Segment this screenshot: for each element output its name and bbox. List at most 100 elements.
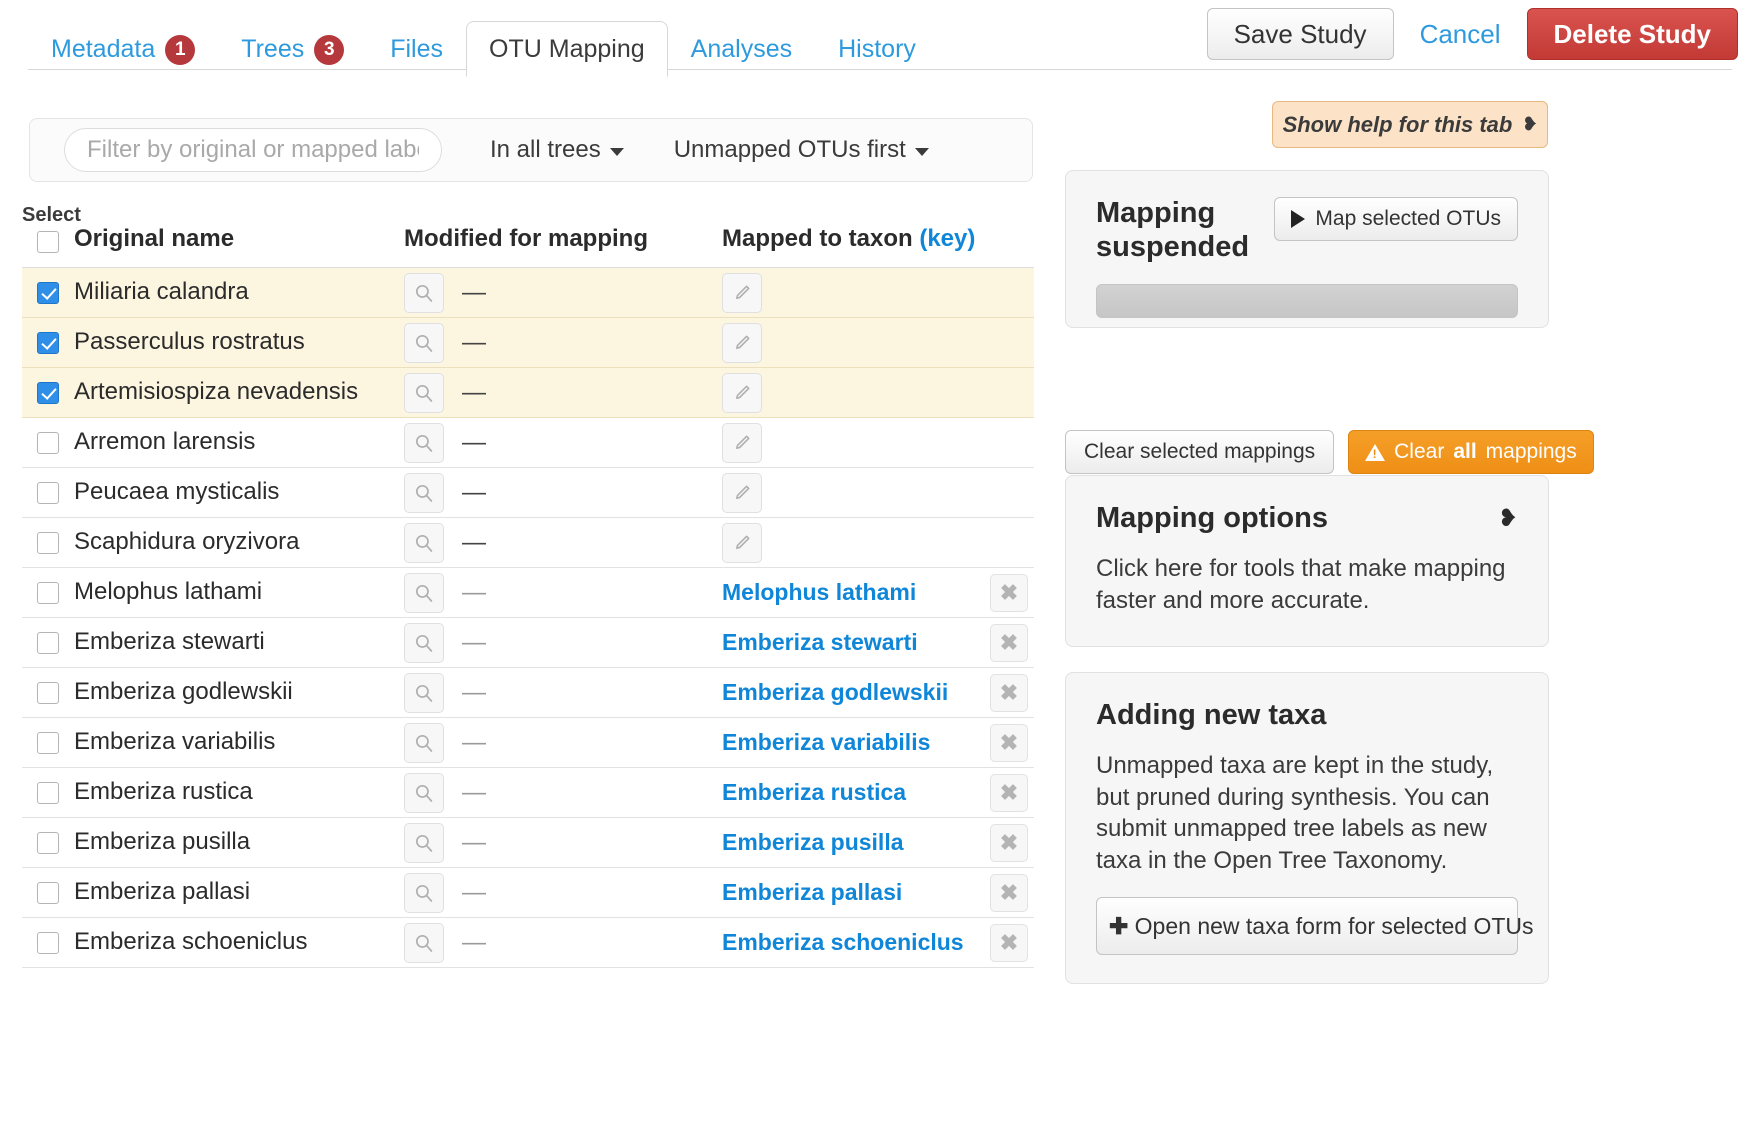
header-actions: Save Study Cancel Delete Study bbox=[1206, 8, 1738, 60]
remove-mapping-icon[interactable]: ✖ bbox=[990, 923, 1028, 962]
mapped-taxon-link[interactable]: Emberiza godlewskii bbox=[722, 679, 970, 706]
row-select-cell bbox=[22, 367, 74, 418]
remove-mapping-icon[interactable]: ✖ bbox=[990, 723, 1028, 762]
original-name-cell: Arremon larensis bbox=[74, 417, 404, 468]
clear-all-suffix: mappings bbox=[1485, 440, 1577, 463]
mapping-options-panel[interactable]: Mapping options ❥ Click here for tools t… bbox=[1065, 475, 1549, 648]
row-select-checkbox[interactable] bbox=[37, 381, 59, 404]
modified-for-mapping-cell: — bbox=[404, 767, 722, 818]
search-icon[interactable] bbox=[404, 522, 444, 563]
map-selected-otus-button[interactable]: Map selected OTUs bbox=[1274, 197, 1518, 241]
modified-value: — bbox=[462, 278, 486, 306]
modified-for-mapping-cell: — bbox=[404, 517, 722, 568]
row-select-cell bbox=[22, 867, 74, 918]
search-icon[interactable] bbox=[404, 422, 444, 463]
modified-value: — bbox=[462, 728, 486, 756]
table-row: Artemisiospiza nevadensis — bbox=[22, 367, 1034, 418]
search-icon[interactable] bbox=[404, 322, 444, 363]
chevron-down-icon[interactable]: ❥ bbox=[1498, 504, 1518, 533]
delete-study-button[interactable]: Delete Study bbox=[1526, 8, 1738, 60]
row-select-checkbox[interactable] bbox=[37, 531, 59, 554]
mapped-to-taxon-cell: Melophus lathami ✖ bbox=[722, 567, 1034, 618]
mapped-taxon-link[interactable]: Emberiza pusilla bbox=[722, 829, 970, 856]
search-icon[interactable] bbox=[404, 272, 444, 313]
table-row: Emberiza variabilis — Emberiza variabilis ✖ bbox=[22, 717, 1034, 768]
table-row: Peucaea mysticalis — bbox=[22, 467, 1034, 518]
taxon-key-link[interactable]: (key) bbox=[919, 225, 975, 252]
modified-value: — bbox=[462, 878, 486, 906]
mapped-taxon-link[interactable]: Emberiza pallasi bbox=[722, 879, 970, 906]
search-icon[interactable] bbox=[404, 872, 444, 913]
remove-mapping-icon[interactable]: ✖ bbox=[990, 773, 1028, 812]
modified-value: — bbox=[462, 428, 486, 456]
table-header-row: Original name Modified for mapping Mappe… bbox=[22, 225, 1034, 268]
search-icon[interactable] bbox=[404, 722, 444, 763]
row-select-checkbox[interactable] bbox=[37, 631, 59, 654]
edit-icon[interactable] bbox=[722, 272, 762, 313]
tab-label: Metadata bbox=[51, 34, 156, 63]
search-icon[interactable] bbox=[404, 672, 444, 713]
tab-otu-mapping[interactable]: OTU Mapping bbox=[466, 21, 668, 77]
clear-mappings-actions: Clear selected mappings Clear all mappin… bbox=[1065, 430, 1594, 474]
search-icon[interactable] bbox=[404, 922, 444, 963]
search-icon[interactable] bbox=[404, 472, 444, 513]
save-study-button[interactable]: Save Study bbox=[1206, 8, 1394, 60]
mapped-taxon-link[interactable]: Emberiza rustica bbox=[722, 779, 970, 806]
open-new-taxa-form-button[interactable]: ✚ Open new taxa form for selected OTUs bbox=[1096, 896, 1534, 956]
show-help-button[interactable]: Show help for this tab ❥ bbox=[1272, 101, 1548, 148]
mapped-taxon-link[interactable]: Emberiza variabilis bbox=[722, 729, 970, 756]
modified-for-mapping-cell: — bbox=[404, 617, 722, 668]
adding-new-taxa-body: Unmapped taxa are kept in the study, but… bbox=[1096, 752, 1494, 875]
row-select-checkbox[interactable] bbox=[37, 831, 59, 854]
row-select-checkbox[interactable] bbox=[37, 281, 59, 304]
table-row: Emberiza stewarti — Emberiza stewarti ✖ bbox=[22, 617, 1034, 668]
original-name-cell: Melophus lathami bbox=[74, 567, 404, 618]
sort-order-dropdown[interactable]: Unmapped OTUs first bbox=[674, 136, 929, 164]
edit-icon[interactable] bbox=[722, 322, 762, 363]
table-row: Miliaria calandra — bbox=[22, 267, 1034, 318]
trees-filter-dropdown[interactable]: In all trees bbox=[490, 136, 624, 164]
row-select-checkbox[interactable] bbox=[37, 331, 59, 354]
select-all-checkbox[interactable] bbox=[37, 231, 59, 253]
search-icon[interactable] bbox=[404, 622, 444, 663]
remove-mapping-icon[interactable]: ✖ bbox=[990, 873, 1028, 912]
mapped-taxon-link[interactable]: Emberiza stewarti bbox=[722, 629, 970, 656]
search-icon[interactable] bbox=[404, 572, 444, 613]
row-select-checkbox[interactable] bbox=[37, 881, 59, 904]
mapped-to-taxon-cell: Emberiza variabilis ✖ bbox=[722, 717, 1034, 768]
search-icon[interactable] bbox=[404, 372, 444, 413]
search-icon[interactable] bbox=[404, 772, 444, 813]
filter-input[interactable] bbox=[64, 128, 442, 172]
search-icon[interactable] bbox=[404, 822, 444, 863]
remove-mapping-icon[interactable]: ✖ bbox=[990, 673, 1028, 712]
remove-mapping-icon[interactable]: ✖ bbox=[990, 823, 1028, 862]
mapped-to-taxon-cell bbox=[722, 317, 1034, 368]
clear-selected-mappings-button[interactable]: Clear selected mappings bbox=[1065, 430, 1335, 474]
row-select-checkbox[interactable] bbox=[37, 731, 59, 754]
mapped-to-taxon-cell: Emberiza pallasi ✖ bbox=[722, 867, 1034, 918]
edit-icon[interactable] bbox=[722, 372, 762, 413]
row-select-cell bbox=[22, 567, 74, 618]
row-select-checkbox[interactable] bbox=[37, 581, 59, 604]
header-modified-for-mapping: Modified for mapping bbox=[404, 225, 722, 268]
row-select-checkbox[interactable] bbox=[37, 481, 59, 504]
edit-icon[interactable] bbox=[722, 422, 762, 463]
mapped-taxon-link[interactable]: Melophus lathami bbox=[722, 579, 970, 606]
modified-for-mapping-cell: — bbox=[404, 417, 722, 468]
remove-mapping-icon[interactable]: ✖ bbox=[990, 573, 1028, 612]
row-select-cell bbox=[22, 417, 74, 468]
plus-icon: ✚ bbox=[1109, 912, 1129, 939]
row-select-checkbox[interactable] bbox=[37, 431, 59, 454]
edit-icon[interactable] bbox=[722, 472, 762, 513]
table-row: Passerculus rostratus — bbox=[22, 317, 1034, 368]
header-original-name: Original name bbox=[74, 225, 404, 268]
row-select-checkbox[interactable] bbox=[37, 781, 59, 804]
clear-all-mappings-button[interactable]: Clear all mappings bbox=[1348, 430, 1594, 474]
mapped-taxon-link[interactable]: Emberiza schoeniclus bbox=[722, 929, 970, 956]
row-select-checkbox[interactable] bbox=[37, 931, 59, 954]
row-select-checkbox[interactable] bbox=[37, 681, 59, 704]
warning-icon bbox=[1365, 443, 1386, 461]
cancel-button[interactable]: Cancel bbox=[1394, 8, 1527, 60]
remove-mapping-icon[interactable]: ✖ bbox=[990, 623, 1028, 662]
edit-icon[interactable] bbox=[722, 522, 762, 563]
